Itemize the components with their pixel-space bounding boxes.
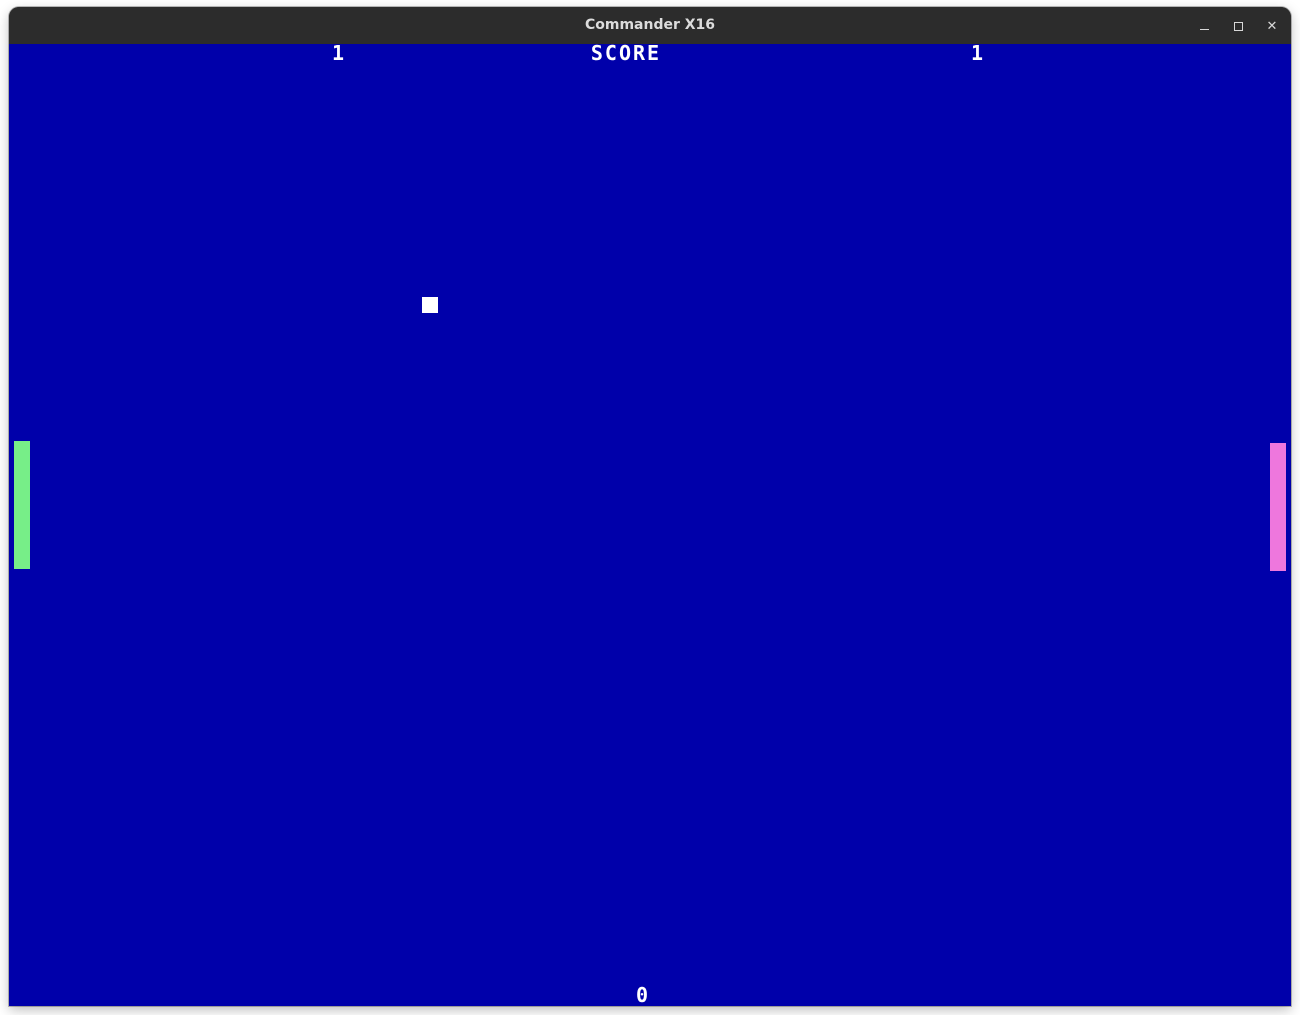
score-label: SCORE — [590, 44, 662, 65]
left-player-score: 1 — [331, 44, 347, 65]
window-title: Commander X16 — [584, 17, 716, 33]
right-player-score: 1 — [970, 44, 986, 65]
maximize-icon — [1233, 21, 1243, 31]
bottom-counter: 0 — [635, 983, 649, 1006]
left-paddle — [14, 441, 30, 569]
ball — [422, 297, 438, 313]
right-paddle — [1270, 443, 1286, 571]
title-bar[interactable]: Commander X16 ✕ — [9, 7, 1291, 44]
app-window: Commander X16 ✕ 1 SCORE 1 0 — [9, 7, 1291, 1006]
close-button[interactable]: ✕ — [1260, 14, 1284, 38]
maximize-button[interactable] — [1226, 14, 1250, 38]
minimize-button[interactable] — [1192, 14, 1216, 38]
close-icon: ✕ — [1266, 18, 1278, 34]
game-screen[interactable]: 1 SCORE 1 0 — [9, 44, 1291, 1006]
minimize-icon — [1199, 28, 1209, 30]
